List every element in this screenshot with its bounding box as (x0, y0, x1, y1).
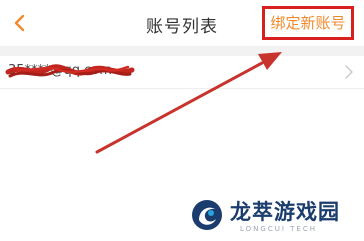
brand-logo-icon (192, 200, 222, 230)
bind-new-account-button[interactable]: 绑定新账号 (262, 6, 354, 40)
section-divider (0, 46, 364, 56)
watermark: 龙萃游戏园 LONGCUI TECH (190, 196, 360, 238)
nav-bar: 账号列表 绑定新账号 (0, 0, 364, 46)
chevron-right-icon (345, 65, 353, 79)
watermark-brand: 龙萃游戏园 (230, 200, 340, 224)
watermark-sub: LONGCUI TECH (240, 225, 317, 233)
account-list-item[interactable]: 35****@qq.com (0, 56, 364, 89)
redaction-scribble (5, 64, 135, 78)
